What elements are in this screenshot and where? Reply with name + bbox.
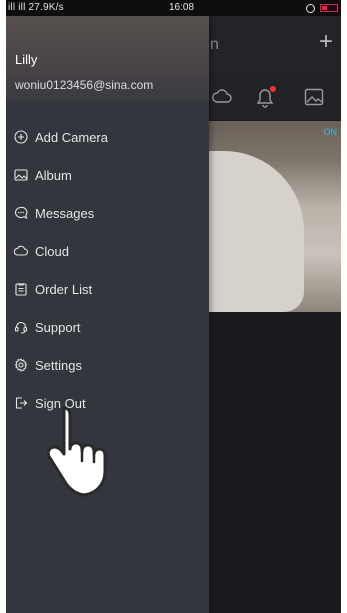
status-bar: ill ill 27.9K/s 16:08: [6, 0, 341, 16]
add-circle-icon: [14, 130, 28, 144]
phone-screen: ill ill 27.9K/s 16:08 n + ON Lilly woniu…: [6, 0, 341, 613]
notification-dot: [270, 86, 276, 92]
clipboard-icon: [14, 282, 28, 296]
navigation-drawer: Lilly woniu0123456@sina.com Add Camera A…: [6, 16, 209, 613]
menu-item-cloud[interactable]: Cloud: [6, 232, 209, 270]
username: Lilly: [15, 52, 38, 67]
drawer-menu: Add Camera Album Messages Cloud Order Li…: [6, 118, 209, 422]
cloud-icon[interactable]: [212, 88, 232, 109]
menu-item-support[interactable]: Support: [6, 308, 209, 346]
battery-icon: [320, 4, 338, 12]
menu-item-label: Settings: [35, 357, 82, 373]
menu-item-messages[interactable]: Messages: [6, 194, 209, 232]
alarm-icon: [306, 3, 315, 13]
menu-item-label: Messages: [35, 205, 95, 221]
signal-indicator: ill ill 27.9K/s: [8, 2, 64, 13]
bell-icon[interactable]: [256, 86, 276, 113]
image-icon[interactable]: [304, 88, 324, 111]
main-title: n: [210, 36, 219, 53]
menu-item-add-camera[interactable]: Add Camera: [6, 118, 209, 156]
image-icon: [14, 168, 28, 182]
menu-item-label: Support: [35, 319, 81, 335]
menu-item-label: Order List: [35, 281, 93, 297]
tap-hand-icon: [36, 400, 136, 500]
add-device-button[interactable]: +: [319, 30, 333, 54]
headset-icon: [14, 320, 28, 334]
profile-header[interactable]: Lilly woniu0123456@sina.com: [6, 16, 209, 100]
menu-item-album[interactable]: Album: [6, 156, 209, 194]
sign-out-icon: [14, 396, 28, 410]
chat-bubble-icon: [14, 206, 28, 220]
gear-icon: [14, 358, 28, 372]
user-email: woniu0123456@sina.com: [15, 78, 154, 92]
menu-item-label: Album: [35, 167, 72, 183]
menu-item-label: Cloud: [35, 243, 69, 259]
menu-item-order-list[interactable]: Order List: [6, 270, 209, 308]
menu-item-settings[interactable]: Settings: [6, 346, 209, 384]
cloud-icon: [14, 244, 28, 258]
menu-item-label: Add Camera: [35, 129, 108, 145]
camera-preview[interactable]: ON: [209, 121, 341, 312]
status-time: 16:08: [169, 2, 195, 13]
preview-status-badge: ON: [323, 127, 338, 137]
